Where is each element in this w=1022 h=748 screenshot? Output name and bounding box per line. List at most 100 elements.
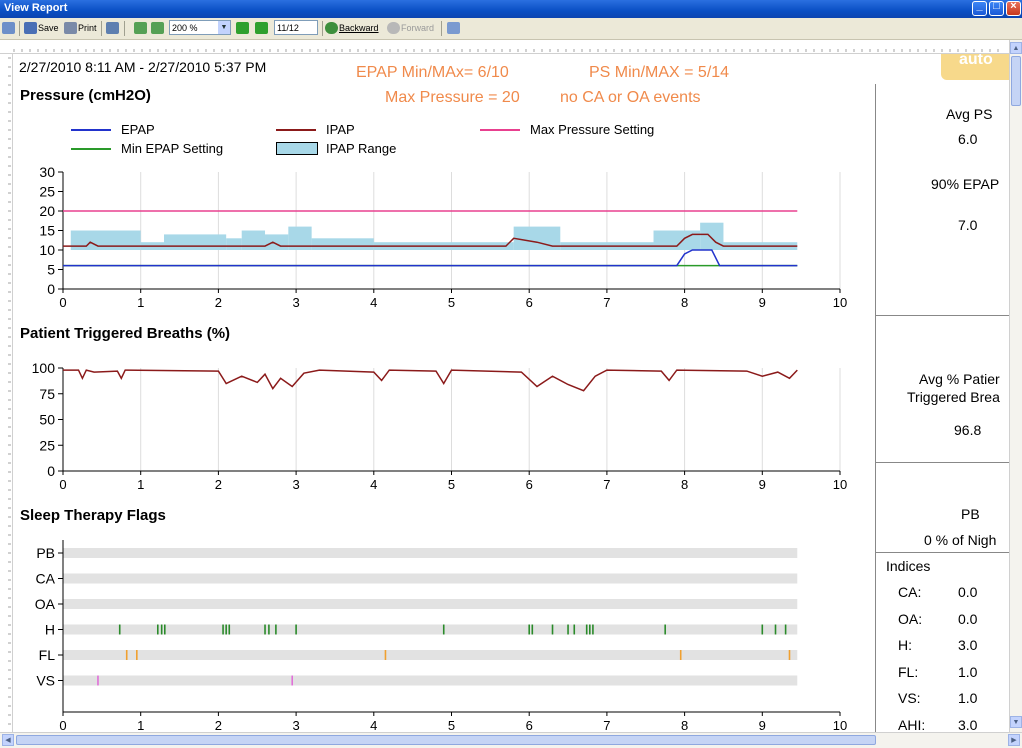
pb-value: 0 % of Nigh <box>924 532 997 548</box>
y-tick-label: 30 <box>39 164 55 180</box>
pressure-title: Pressure (cmH2O) <box>20 87 151 104</box>
y-tick-label: 15 <box>39 223 55 239</box>
x-tick-label: 2 <box>215 295 222 310</box>
backward-icon[interactable] <box>325 22 338 34</box>
chevron-down-icon[interactable]: ▼ <box>218 21 230 34</box>
epap-minmax-note: EPAP Min/MAx= 6/10 <box>356 64 509 81</box>
ipap-range-bar <box>70 230 141 250</box>
page-input[interactable]: 11/12 <box>274 20 318 35</box>
forward-button[interactable]: Forward <box>401 21 434 36</box>
index-name: CA: <box>898 584 922 600</box>
panel-divider <box>876 315 1009 316</box>
copy-icon[interactable] <box>2 22 15 34</box>
binoculars-icon[interactable] <box>106 22 119 34</box>
flag-row-label: VS <box>36 673 55 689</box>
flag-row-band <box>63 599 798 609</box>
max-pressure-legend-line <box>480 129 520 131</box>
zoom-out-icon[interactable] <box>151 22 164 34</box>
flags-title: Sleep Therapy Flags <box>20 507 166 524</box>
maximize-button[interactable]: □ <box>989 0 1004 16</box>
ipap-range-bar <box>311 238 374 250</box>
edit-icon[interactable] <box>447 22 460 34</box>
vertical-scroll-thumb[interactable] <box>1011 56 1021 106</box>
horizontal-scrollbar[interactable]: ◀ ▶ <box>0 732 1022 748</box>
x-tick-label: 2 <box>215 477 222 492</box>
x-tick-label: 6 <box>526 477 533 492</box>
triggered-breaths-line <box>63 369 798 392</box>
scroll-left-icon[interactable]: ◀ <box>2 734 14 746</box>
x-tick-label: 7 <box>603 718 610 732</box>
x-tick-label: 1 <box>137 295 144 310</box>
x-tick-label: 7 <box>603 295 610 310</box>
horizontal-scroll-thumb[interactable] <box>16 735 876 745</box>
index-value: 0.0 <box>958 584 978 600</box>
toolbar: Save Print 200 % ▼ 11/12 Backward Forwar… <box>0 18 1022 40</box>
x-tick-label: 3 <box>292 718 299 732</box>
close-button[interactable]: × <box>1006 0 1021 16</box>
ipap-legend-line <box>276 129 316 131</box>
vertical-ruler <box>0 54 13 732</box>
panel-divider <box>876 462 1009 463</box>
flag-row-label: H <box>45 622 55 638</box>
y-tick-label: 0 <box>47 463 55 479</box>
x-tick-label: 5 <box>448 477 455 492</box>
summary-panel: Avg PS 6.0 90% EPAP 7.0 Avg % Patier Tri… <box>875 84 1009 732</box>
x-tick-label: 5 <box>448 718 455 732</box>
next-page-icon[interactable] <box>255 22 268 34</box>
logo-text: auto <box>959 54 993 68</box>
save-button[interactable]: Save <box>38 21 59 36</box>
triggered-title: Patient Triggered Breaths (%) <box>20 325 231 342</box>
horizontal-ruler <box>0 40 1010 54</box>
forward-icon[interactable] <box>387 22 400 34</box>
print-button[interactable]: Print <box>78 21 97 36</box>
x-tick-label: 10 <box>833 295 847 310</box>
avg-triggered-value: 96.8 <box>954 422 982 438</box>
flag-row-band <box>63 650 798 660</box>
zoom-select[interactable]: 200 % ▼ <box>169 20 231 35</box>
x-tick-label: 0 <box>59 477 66 492</box>
avg-triggered-label-2: Triggered Brea <box>907 389 1000 405</box>
epap-line <box>63 249 798 267</box>
x-tick-label: 0 <box>59 718 66 732</box>
print-icon[interactable] <box>64 22 77 34</box>
x-tick-label: 8 <box>681 718 688 732</box>
index-value: 1.0 <box>958 663 978 680</box>
date-range: 2/27/2010 8:11 AM - 2/27/2010 5:37 PM <box>19 59 267 75</box>
x-tick-label: 9 <box>759 477 766 492</box>
save-icon[interactable] <box>24 22 37 34</box>
index-name: VS: <box>898 690 921 706</box>
brand-logo: auto <box>941 54 1009 80</box>
index-name: OA: <box>898 610 923 627</box>
zoom-value: 200 % <box>172 23 198 33</box>
scroll-up-icon[interactable]: ▲ <box>1010 42 1022 54</box>
x-tick-label: 1 <box>137 718 144 732</box>
y-tick-label: 100 <box>32 360 56 376</box>
index-value: 3.0 <box>958 637 978 653</box>
max-pressure-legend-label: Max Pressure Setting <box>530 122 655 137</box>
y-tick-label: 5 <box>47 262 55 278</box>
flag-row-label: PB <box>36 545 55 561</box>
x-tick-label: 8 <box>681 477 688 492</box>
x-tick-label: 2 <box>215 718 222 732</box>
vertical-scrollbar[interactable]: ▲ ▼ <box>1009 40 1022 732</box>
index-name: AHI: <box>898 716 926 733</box>
pressure-chart: 0 1 2 3 4 5 6 7 8 9 10 0 5 10 15 20 25 30 <box>39 164 847 310</box>
backward-button[interactable]: Backward <box>339 21 379 36</box>
scroll-down-icon[interactable]: ▼ <box>1010 716 1022 728</box>
minimize-button[interactable]: _ <box>972 0 987 16</box>
indices-label: Indices <box>886 558 931 574</box>
flag-row-band <box>63 624 798 635</box>
flag-row-band <box>63 573 798 584</box>
epap-legend-label: EPAP <box>121 122 155 137</box>
x-tick-label: 5 <box>448 295 455 310</box>
ipap-range-bar <box>265 234 289 250</box>
prev-page-icon[interactable] <box>236 22 249 34</box>
x-tick-label: 3 <box>292 477 299 492</box>
scroll-right-icon[interactable]: ▶ <box>1008 734 1020 746</box>
x-tick-label: 6 <box>526 718 533 732</box>
x-tick-label: 4 <box>370 477 377 492</box>
index-name: FL: <box>898 663 919 680</box>
flag-row-label: OA <box>35 596 56 612</box>
avg-ps-label: Avg PS <box>946 106 993 122</box>
zoom-in-icon[interactable] <box>134 22 147 34</box>
